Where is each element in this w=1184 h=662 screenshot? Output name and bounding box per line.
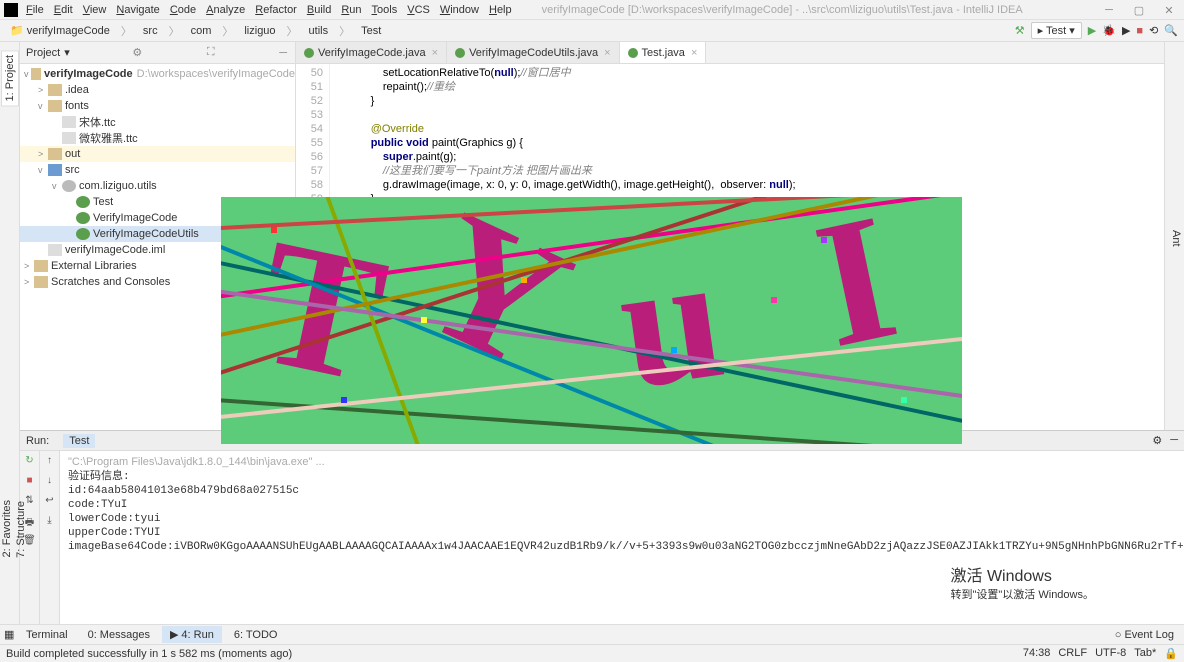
status-bar: Build completed successfully in 1 s 582 … <box>0 644 1184 662</box>
left-gutter: 1: Project <box>0 42 20 430</box>
menu-navigate[interactable]: Navigate <box>116 4 159 16</box>
window-title: verifyImageCode [D:\workspaces\verifyIma… <box>542 4 1023 16</box>
menu-window[interactable]: Window <box>440 4 479 16</box>
windows-activation-watermark: 激活 Windows 转到"设置"以激活 Windows。 <box>951 562 1095 602</box>
captcha-image: T Y u I <box>221 197 962 444</box>
menu-help[interactable]: Help <box>489 4 512 16</box>
editor-tab-Test.java[interactable]: Test.java× <box>620 42 707 63</box>
down-icon[interactable]: ↓ <box>43 475 57 489</box>
scroll-icon[interactable]: ⤓ <box>43 515 57 529</box>
tree-root[interactable]: vverifyImageCodeD:\workspaces\verifyImag… <box>20 66 295 82</box>
messages-tab[interactable]: 0: Messages <box>80 627 158 643</box>
menu-run[interactable]: Run <box>341 4 361 16</box>
maximize-button[interactable]: ▢ <box>1124 0 1154 20</box>
menu-code[interactable]: Code <box>170 4 196 16</box>
collapse-icon[interactable]: ⛶ <box>207 46 215 59</box>
crumb-utils[interactable]: utils <box>305 24 333 38</box>
run-panel-label: Run: <box>26 435 49 447</box>
line-sep[interactable]: CRLF <box>1058 647 1087 660</box>
menu-tools[interactable]: Tools <box>372 4 398 16</box>
menu-analyze[interactable]: Analyze <box>206 4 245 16</box>
wrap-icon[interactable]: ↩ <box>43 495 57 509</box>
editor-tab-VerifyImageCodeUtils.java[interactable]: VerifyImageCodeUtils.java× <box>447 42 619 63</box>
menu-file[interactable]: File <box>26 4 44 16</box>
indent[interactable]: Tab* <box>1134 647 1156 660</box>
close-button[interactable]: ✕ <box>1154 0 1184 20</box>
bottom-tool-tabs: ▦ Terminal 0: Messages ▶ 4: Run 6: TODO … <box>0 624 1184 644</box>
editor-tab-VerifyImageCode.java[interactable]: VerifyImageCode.java× <box>296 42 447 63</box>
crumb-com[interactable]: com <box>187 24 216 38</box>
tree-item-out[interactable]: >out <box>20 146 295 162</box>
build-icon[interactable]: ⚒ <box>1015 24 1025 37</box>
structure-tool-tab[interactable]: 7: Structure <box>14 497 28 562</box>
nav-toolbar: 📁 verifyImageCode〉src〉com〉liziguo〉utils〉… <box>0 20 1184 42</box>
tree-item-宋体.ttc[interactable]: 宋体.ttc <box>20 114 295 130</box>
tree-item-fonts[interactable]: vfonts <box>20 98 295 114</box>
tree-item-微软雅黑.ttc[interactable]: 微软雅黑.ttc <box>20 130 295 146</box>
rerun-icon[interactable]: ↻ <box>23 455 37 469</box>
status-message: Build completed successfully in 1 s 582 … <box>6 648 292 660</box>
editor-tabs: VerifyImageCode.java×VerifyImageCodeUtil… <box>296 42 1164 64</box>
terminal-tab[interactable]: Terminal <box>18 627 76 643</box>
hide-icon[interactable]: ─ <box>1170 434 1178 447</box>
favorites-tool-tab[interactable]: 2: Favorites <box>0 496 14 561</box>
run-icon[interactable]: ▶ <box>1088 24 1096 37</box>
caret-position[interactable]: 74:38 <box>1023 647 1051 660</box>
menu-view[interactable]: View <box>83 4 107 16</box>
stop-icon[interactable]: ■ <box>23 475 37 489</box>
vcs-icon[interactable]: ⟲ <box>1149 24 1158 37</box>
tree-item-src[interactable]: vsrc <box>20 162 295 178</box>
event-log-tab[interactable]: ○ Event Log <box>1115 629 1180 641</box>
gear-icon[interactable]: ⚙ <box>1152 434 1162 447</box>
app-logo <box>4 3 18 17</box>
menu-refactor[interactable]: Refactor <box>255 4 297 16</box>
minimize-button[interactable]: ─ <box>1094 0 1124 20</box>
menu-bar: File Edit View Navigate Code Analyze Refactor B… <box>0 0 1184 20</box>
encoding[interactable]: UTF-8 <box>1095 647 1126 660</box>
run-config-select[interactable]: ▸ Test ▾ <box>1031 22 1082 39</box>
menu-edit[interactable]: Edit <box>54 4 73 16</box>
run-toolbar-2: ↑ ↓ ↩ ⤓ <box>40 451 60 624</box>
tree-item-com.liziguo.utils[interactable]: vcom.liziguo.utils <box>20 178 295 194</box>
crumb-src[interactable]: src <box>139 24 162 38</box>
left-gutter-lower: 2: Favorites 7: Structure <box>0 430 20 624</box>
project-tool-tab[interactable]: 1: Project <box>1 50 19 106</box>
ant-tool-tab[interactable]: Ant <box>1168 226 1184 251</box>
breadcrumb[interactable]: 📁 verifyImageCode〉src〉com〉liziguo〉utils〉… <box>6 22 385 40</box>
up-icon[interactable]: ↑ <box>43 455 57 469</box>
crumb-Test[interactable]: Test <box>357 24 385 38</box>
hide-icon[interactable]: ─ <box>279 47 287 59</box>
run-tab[interactable]: Test <box>63 434 95 448</box>
menu-build[interactable]: Build <box>307 4 331 16</box>
crumb-verifyImageCode[interactable]: 📁 verifyImageCode <box>6 23 114 38</box>
tree-item-.idea[interactable]: >.idea <box>20 82 295 98</box>
lock-icon[interactable]: 🔒 <box>1164 647 1178 660</box>
debug-icon[interactable]: 🐞 <box>1102 24 1116 37</box>
sidebar-title[interactable]: Project <box>26 47 60 59</box>
run-tab-bottom[interactable]: ▶ 4: Run <box>162 626 222 643</box>
coverage-icon[interactable]: ▶ <box>1122 24 1130 37</box>
stop-icon[interactable]: ■ <box>1136 25 1143 37</box>
menu-vcs[interactable]: VCS <box>407 4 430 16</box>
search-icon[interactable]: 🔍 <box>1164 24 1178 37</box>
right-gutter: Ant Database <box>1164 42 1184 430</box>
gear-icon[interactable]: ⚙ <box>132 46 142 59</box>
todo-tab[interactable]: 6: TODO <box>226 627 286 643</box>
crumb-liziguo[interactable]: liziguo <box>240 24 279 38</box>
